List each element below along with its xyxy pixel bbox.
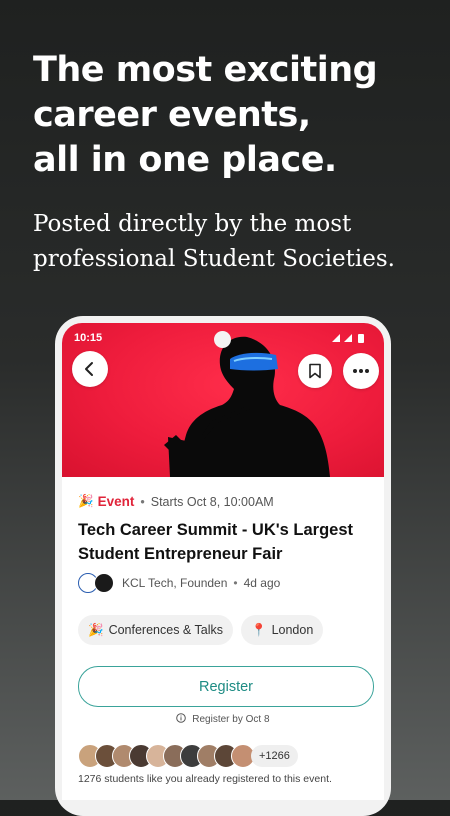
register-button[interactable]: Register: [78, 666, 374, 707]
tag-conferences-talks[interactable]: 🎉 Conferences & Talks: [78, 615, 233, 645]
status-bar-time: 10:15: [74, 332, 103, 344]
event-title-line-1: Tech Career Summit - UK's Largest: [78, 521, 354, 539]
headline-line-1: The most exciting: [33, 50, 378, 90]
more-horizontal-icon: [353, 369, 369, 373]
event-meta-row: 🎉 Event • Starts Oct 8, 10:00AM: [78, 494, 274, 509]
register-deadline: Register by Oct 8: [62, 713, 384, 725]
bookmark-button[interactable]: [298, 354, 332, 388]
attendees-registered-text: 1276 students like you already registere…: [78, 773, 332, 785]
back-button[interactable]: [72, 351, 108, 387]
tag-location[interactable]: 📍 London: [241, 615, 324, 645]
subheadline-line-1: Posted directly by the most: [33, 211, 352, 237]
register-deadline-text: Register by Oct 8: [192, 714, 270, 725]
more-options-button[interactable]: [343, 353, 379, 389]
tag-label: London: [271, 623, 314, 637]
location-pin-icon: 📍: [251, 622, 267, 637]
attendee-extra-count: +1266: [251, 745, 298, 767]
bookmark-icon: [309, 363, 321, 379]
tag-label: Conferences & Talks: [108, 623, 223, 637]
event-title: Tech Career Summit - UK's Largest Studen…: [78, 518, 378, 566]
event-title-line-2: Student Entrepreneur Fair: [78, 545, 283, 563]
chevron-left-icon: [85, 362, 93, 376]
founden-logo: [94, 573, 114, 593]
separator-dot: •: [233, 576, 238, 590]
event-hero-image: 10:15: [62, 323, 384, 477]
headline-line-2: career events,: [33, 95, 311, 135]
event-start-time: Starts Oct 8, 10:00AM: [150, 494, 274, 509]
camera-cutout: [214, 331, 231, 348]
party-popper-icon: 🎉: [88, 622, 104, 637]
organizer-row[interactable]: KCL Tech, Founden • 4d ago: [78, 573, 280, 593]
party-popper-icon: 🎉: [78, 494, 94, 508]
organizer-names: KCL Tech, Founden: [122, 576, 228, 590]
separator-dot: •: [140, 494, 145, 509]
info-icon: [176, 713, 187, 723]
headline-line-3: all in one place.: [33, 140, 337, 180]
subheadline: Posted directly by the most professional…: [33, 207, 443, 277]
event-type-label: Event: [97, 494, 135, 509]
headline: The most exciting career events, all in …: [33, 48, 433, 183]
status-bar-icons: [330, 331, 372, 349]
signal-battery-icon: [332, 334, 364, 343]
subheadline-line-2: professional Student Societies.: [33, 246, 395, 272]
attendee-avatars[interactable]: +1266: [78, 744, 298, 768]
posted-time: 4d ago: [243, 576, 281, 590]
phone-screen: 10:15 🎉 Event • Starts Oct 8, 10:00AM Te…: [62, 323, 384, 800]
